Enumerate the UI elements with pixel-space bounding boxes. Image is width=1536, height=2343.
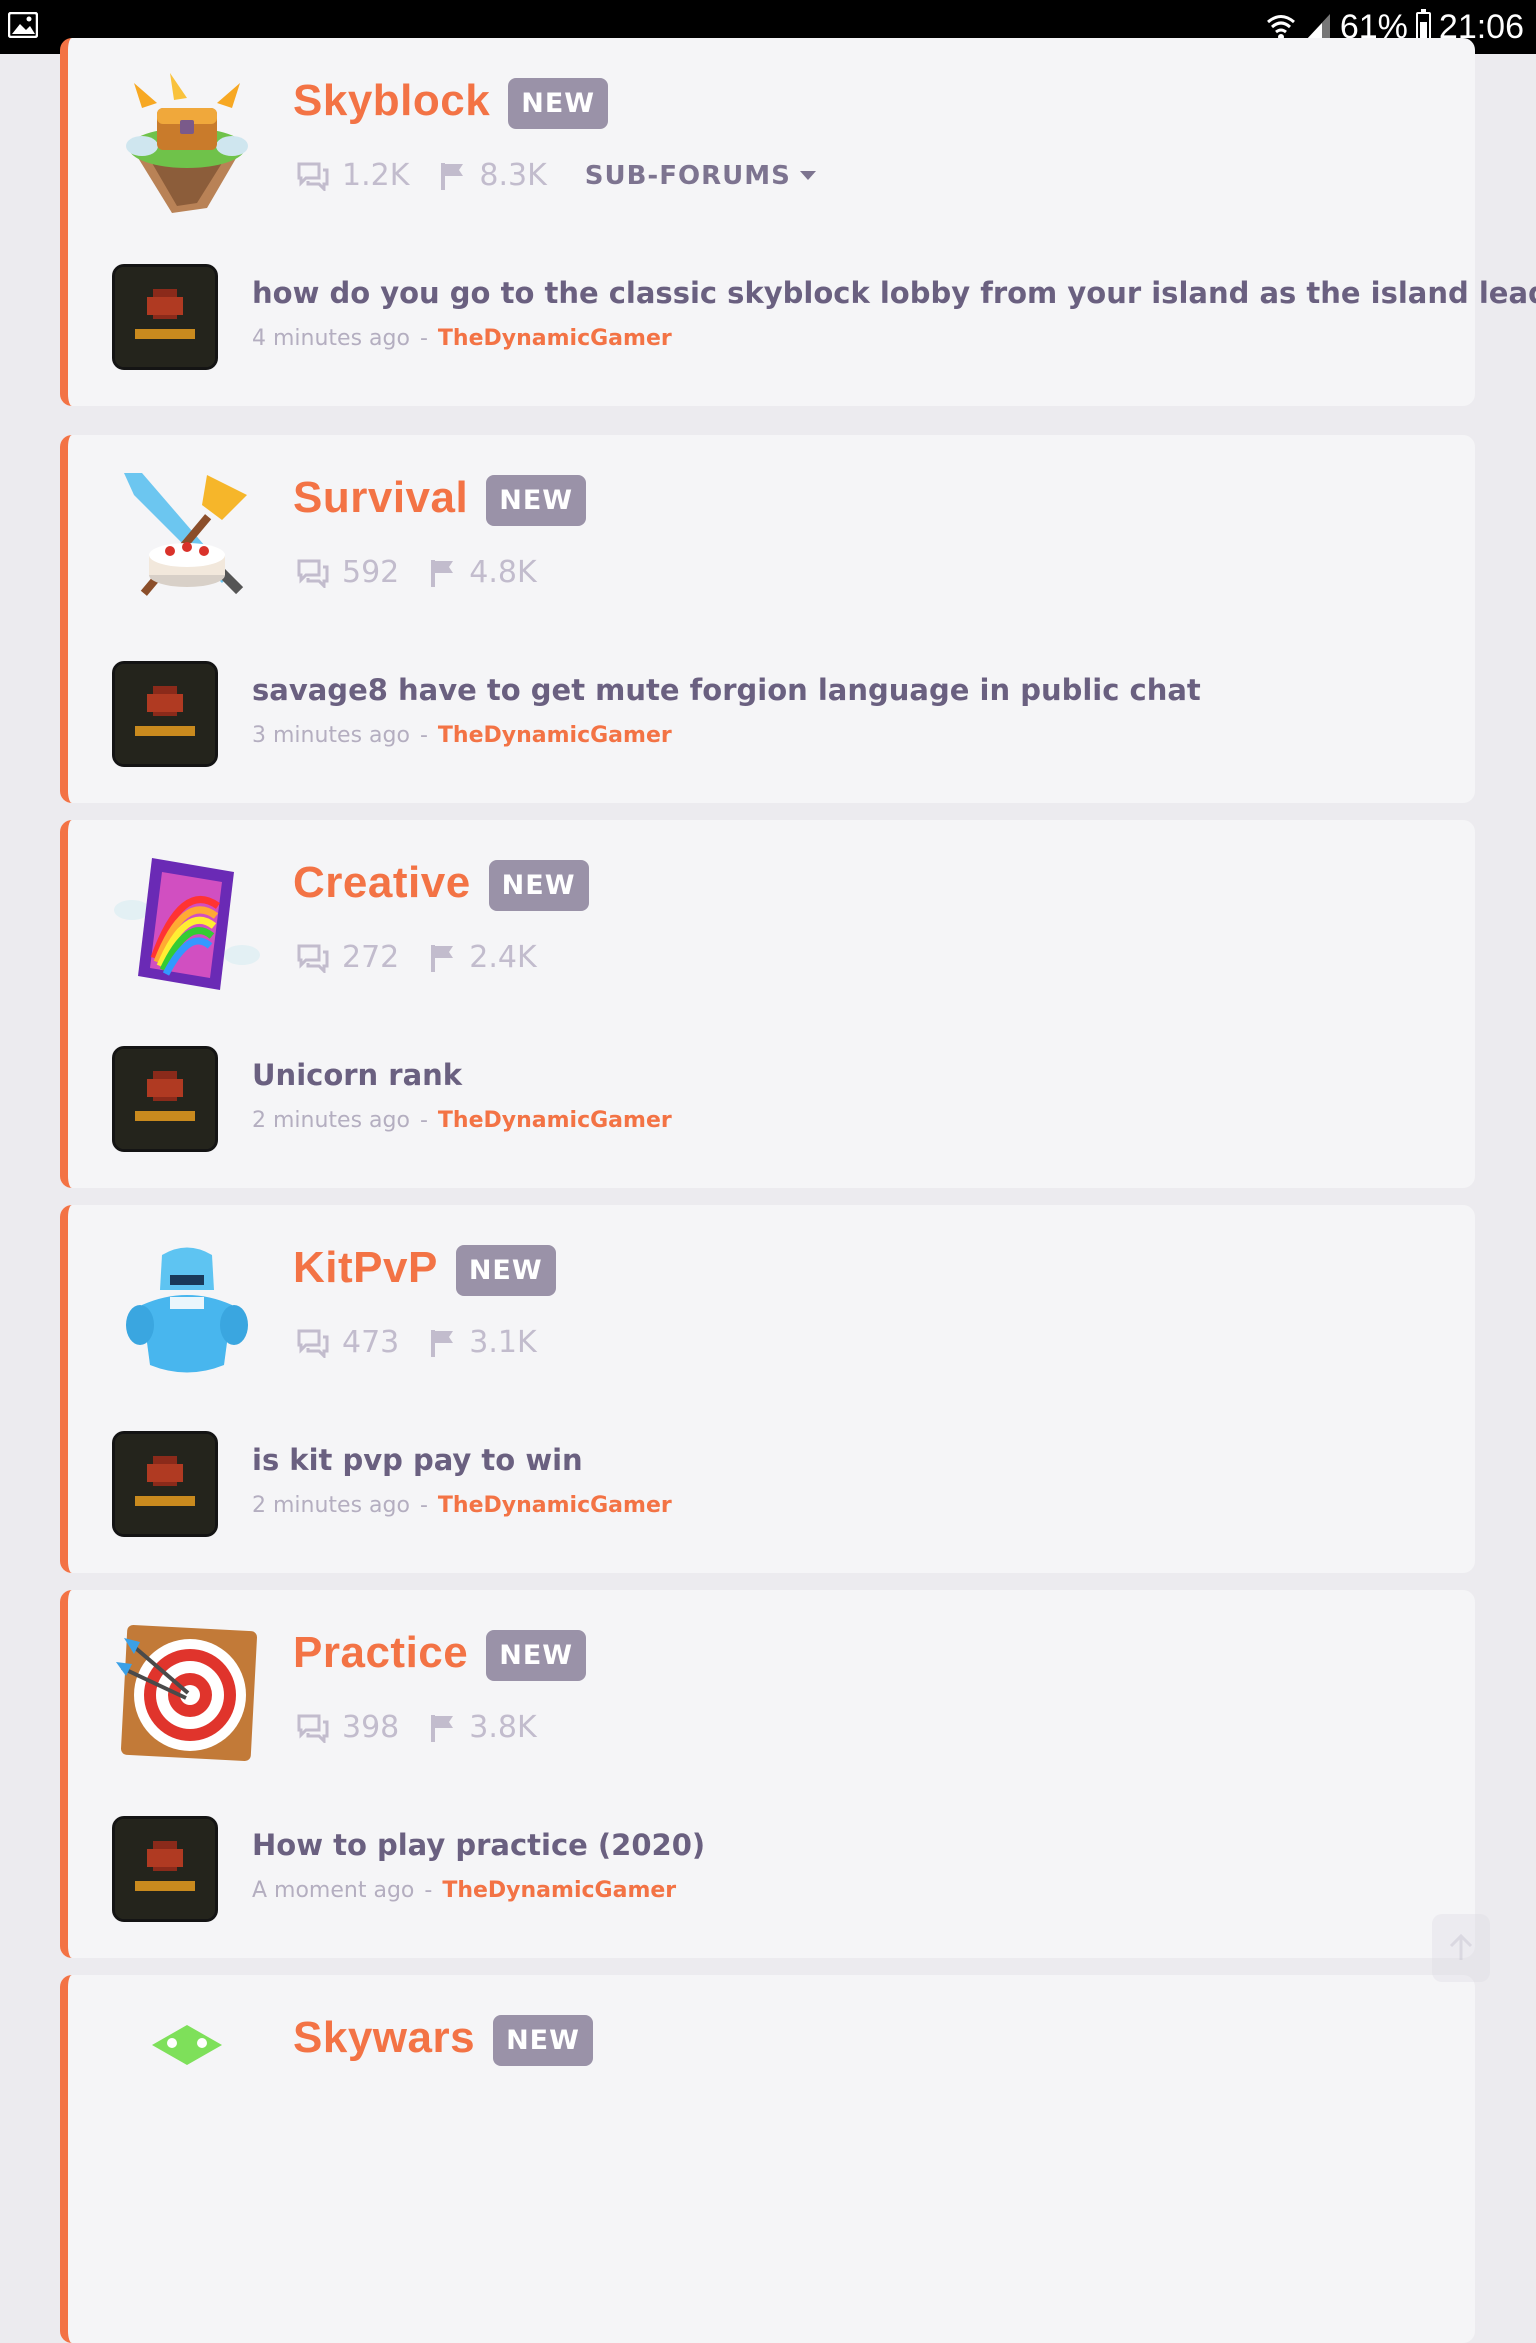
forum-card-skyblock[interactable]: Skyblock NEW 1.2K 8.3K SUB-FORUMS how do… <box>60 38 1536 406</box>
forum-card-survival[interactable]: Survival NEW 592 4.8K savage8 have to get… <box>60 435 1475 803</box>
threads-icon <box>297 1714 329 1743</box>
kitpvp-icon <box>126 1247 248 1373</box>
post-time: 4 minutes ago <box>252 326 410 351</box>
post-time: 2 minutes ago <box>252 1493 410 1518</box>
forum-stats: 1.2K 8.3K SUB-FORUMS <box>296 158 817 193</box>
post-author[interactable]: TheDynamicGamer <box>438 723 672 748</box>
avatar-image <box>115 1434 215 1534</box>
threads-count: 398 <box>296 1710 399 1745</box>
latest-post-title[interactable]: How to play practice (2020) <box>252 1828 705 1862</box>
new-badge: NEW <box>486 1629 587 1681</box>
flag-icon <box>431 1329 454 1357</box>
forum-title-text[interactable]: Survival <box>293 473 468 522</box>
meta-separator: - <box>419 1493 428 1518</box>
forum-title-text[interactable]: Creative <box>293 858 471 907</box>
new-badge: NEW <box>508 77 609 129</box>
avatar[interactable] <box>112 1431 218 1537</box>
posts-count: 4.8K <box>429 555 537 590</box>
posts-count: 2.4K <box>429 940 537 975</box>
forum-stats: 272 2.4K <box>296 940 567 975</box>
latest-post-meta: 4 minutes ago - TheDynamicGamer <box>252 326 672 351</box>
forum-title[interactable]: Practice NEW <box>293 1628 587 1681</box>
flag-icon <box>431 1714 454 1742</box>
threads-count: 1.2K <box>296 158 409 193</box>
post-time: 3 minutes ago <box>252 723 410 748</box>
flag-icon <box>431 944 454 972</box>
avatar-image <box>115 664 215 764</box>
meta-separator: - <box>419 326 428 351</box>
forum-card-creative[interactable]: Creative NEW 272 2.4K Unicorn rank 2 minu… <box>60 820 1475 1188</box>
avatar-image <box>115 1819 215 1919</box>
post-time: A moment ago <box>252 1878 415 1903</box>
latest-post-meta: A moment ago - TheDynamicGamer <box>252 1878 676 1903</box>
latest-post-title[interactable]: savage8 have to get mute forgion languag… <box>252 673 1201 707</box>
forum-title[interactable]: Creative NEW <box>293 858 589 911</box>
forum-title[interactable]: Survival NEW <box>293 473 587 526</box>
forum-card-skywars[interactable]: Skywars NEW <box>60 1975 1475 2343</box>
forum-title-text[interactable]: Skyblock <box>293 76 490 125</box>
post-author[interactable]: TheDynamicGamer <box>442 1878 676 1903</box>
meta-separator: - <box>424 1878 433 1903</box>
latest-post-meta: 3 minutes ago - TheDynamicGamer <box>252 723 672 748</box>
subforums-dropdown[interactable]: SUB-FORUMS <box>585 161 817 191</box>
avatar[interactable] <box>112 661 218 767</box>
threads-icon <box>297 944 329 973</box>
forum-list: Skyblock NEW 1.2K 8.3K SUB-FORUMS how do… <box>0 38 1536 2343</box>
post-author[interactable]: TheDynamicGamer <box>438 326 672 351</box>
posts-count: 8.3K <box>439 158 547 193</box>
forum-stats: 473 3.1K <box>296 1325 567 1360</box>
forum-title[interactable]: Skyblock NEW <box>293 76 609 129</box>
forum-card-practice[interactable]: Practice NEW 398 3.8K How to play practic… <box>60 1590 1475 1958</box>
forum-title-text[interactable]: KitPvP <box>293 1243 438 1292</box>
forum-stats: 398 3.8K <box>296 1710 567 1745</box>
new-badge: NEW <box>486 474 587 526</box>
meta-separator: - <box>419 1108 428 1133</box>
gallery-icon <box>8 12 38 38</box>
posts-count: 3.8K <box>429 1710 537 1745</box>
threads-icon <box>297 162 329 191</box>
threads-icon <box>297 1329 329 1358</box>
avatar[interactable] <box>112 1816 218 1922</box>
avatar[interactable] <box>112 264 218 370</box>
post-time: 2 minutes ago <box>252 1108 410 1133</box>
forum-title-text[interactable]: Skywars <box>293 2013 475 2062</box>
scroll-top-button[interactable] <box>1432 1914 1490 1982</box>
forum-title[interactable]: KitPvP NEW <box>293 1243 556 1296</box>
latest-post-meta: 2 minutes ago - TheDynamicGamer <box>252 1108 672 1133</box>
survival-icon <box>124 473 247 596</box>
caret-down-icon <box>799 170 816 180</box>
practice-icon <box>116 1624 258 1762</box>
threads-count: 473 <box>296 1325 399 1360</box>
threads-count: 592 <box>296 555 399 590</box>
latest-post-title[interactable]: Unicorn rank <box>252 1058 462 1092</box>
post-author[interactable]: TheDynamicGamer <box>438 1493 672 1518</box>
avatar-image <box>115 1049 215 1149</box>
skyblock-icon <box>126 73 248 213</box>
scroll-top-icon <box>1449 1933 1473 1960</box>
new-badge: NEW <box>488 859 589 911</box>
avatar[interactable] <box>112 1046 218 1152</box>
latest-post-title[interactable]: how do you go to the classic skyblock lo… <box>252 276 1536 310</box>
latest-post-meta: 2 minutes ago - TheDynamicGamer <box>252 1493 672 1518</box>
avatar-image <box>115 267 215 367</box>
skywars-icon <box>152 2025 222 2065</box>
forum-title[interactable]: Skywars NEW <box>293 2013 593 2066</box>
forum-title-text[interactable]: Practice <box>293 1628 468 1677</box>
new-badge: NEW <box>455 1244 556 1296</box>
latest-post-title[interactable]: is kit pvp pay to win <box>252 1443 583 1477</box>
forum-card-kitpvp[interactable]: KitPvP NEW 473 3.1K is kit pvp pay to win… <box>60 1205 1475 1573</box>
flag-icon <box>431 559 454 587</box>
threads-count: 272 <box>296 940 399 975</box>
flag-icon <box>441 162 464 190</box>
new-badge: NEW <box>493 2014 593 2066</box>
posts-count: 3.1K <box>429 1325 537 1360</box>
threads-icon <box>297 559 329 588</box>
meta-separator: - <box>419 723 428 748</box>
creative-icon <box>114 858 260 990</box>
forum-stats: 592 4.8K <box>296 555 567 590</box>
post-author[interactable]: TheDynamicGamer <box>438 1108 672 1133</box>
